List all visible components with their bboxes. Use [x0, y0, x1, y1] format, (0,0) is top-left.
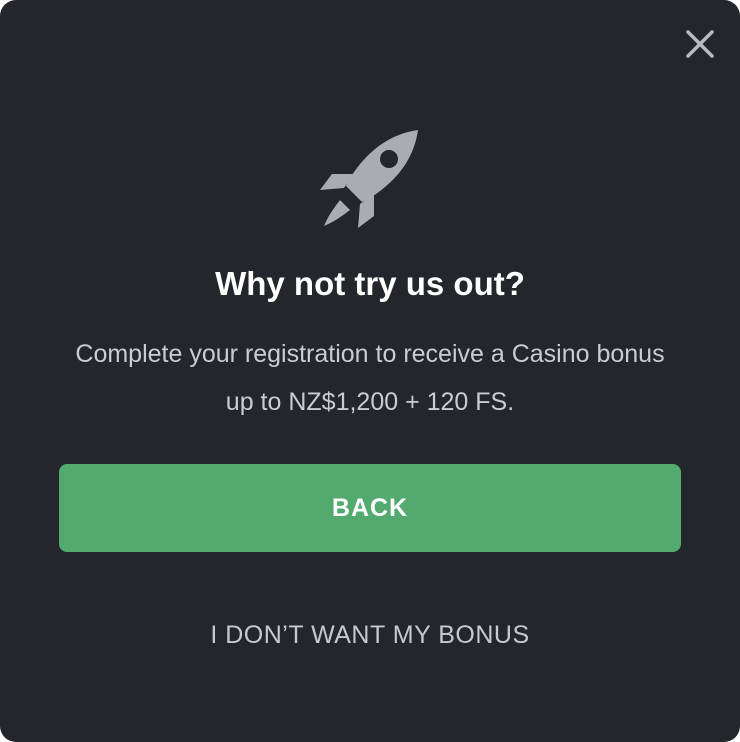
rocket-icon — [320, 130, 418, 228]
close-icon — [686, 30, 714, 58]
bonus-modal: Why not try us out? Complete your regist… — [0, 0, 740, 742]
decline-bonus-link[interactable]: I DON’T WANT MY BONUS — [0, 612, 740, 658]
close-button[interactable] — [682, 26, 718, 62]
modal-title: Why not try us out? — [215, 265, 525, 302]
back-button[interactable]: BACK — [59, 464, 681, 552]
modal-description: Complete your registration to receive a … — [75, 340, 665, 416]
